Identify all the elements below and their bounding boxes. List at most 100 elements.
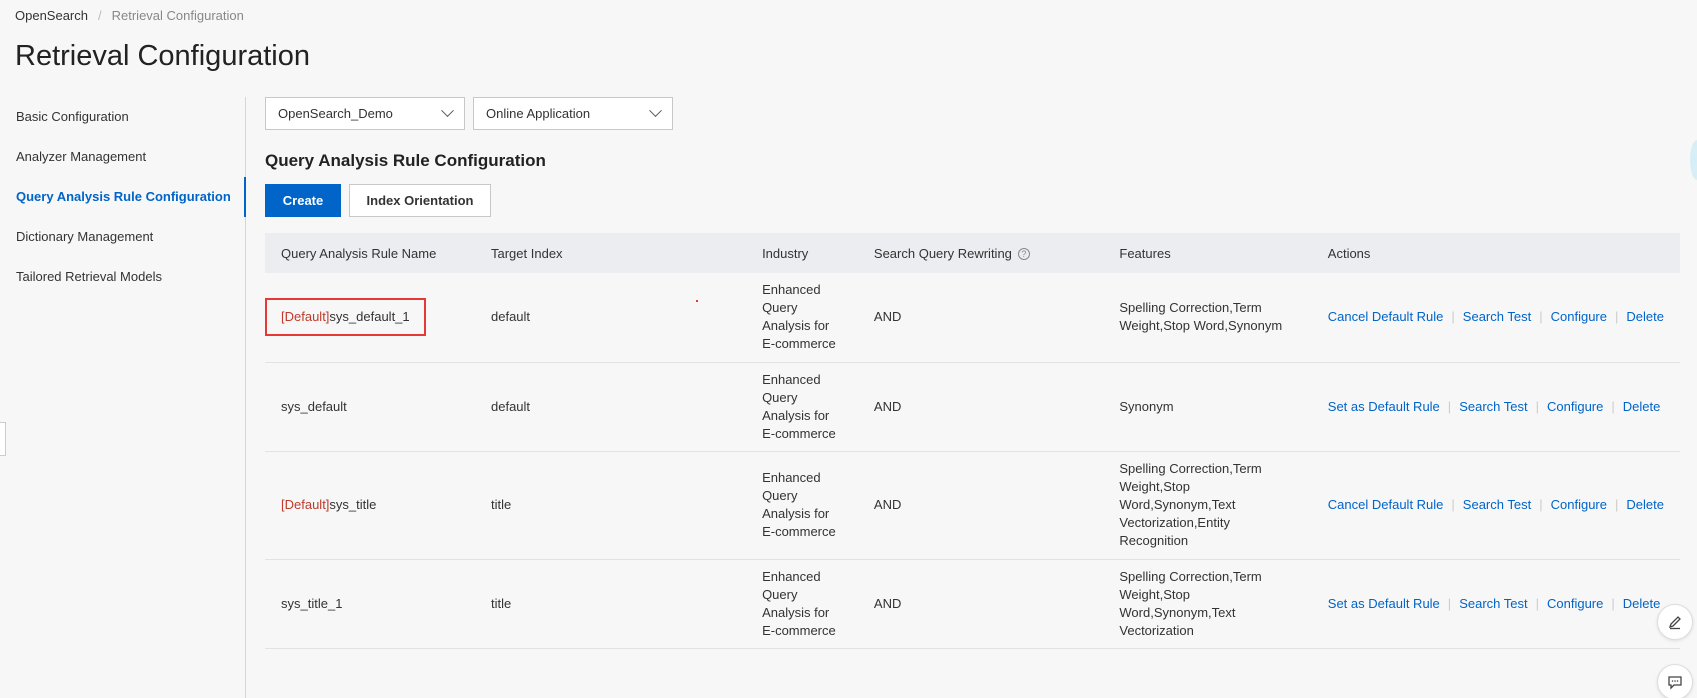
actions-cell: Set as Default Rule | Search Test | Configur… [1311,559,1680,649]
column-header-name: Query Analysis Rule Name [265,233,475,273]
search-test-link[interactable]: Search Test [1459,399,1527,414]
app-select[interactable]: OpenSearch_Demo [265,97,465,130]
set-as-default-rule-link[interactable]: Set as Default Rule [1328,399,1440,414]
action-separator: | [1539,309,1543,325]
search-test-link[interactable]: Search Test [1463,497,1531,512]
actions-cell: Cancel Default Rule | Search Test | Configur… [1311,273,1680,363]
action-separator: | [1451,497,1455,512]
collapse-handle[interactable] [0,422,6,456]
column-header-industry: Industry [746,233,858,273]
column-header-features: Features [1103,233,1312,273]
cancel-default-rule-link[interactable]: Cancel Default Rule [1328,497,1444,512]
rule-name-cell: sys_default [265,362,475,452]
chevron-down-icon [441,104,454,118]
configure-link[interactable]: Configure [1547,596,1603,611]
delete-link[interactable]: Delete [1623,596,1661,611]
breadcrumb-current: Retrieval Configuration [111,8,244,23]
action-separator: | [1614,309,1619,325]
target-index-cell: default [475,273,747,363]
index-orientation-button[interactable]: Index Orientation [349,184,491,217]
highlight-box: [Default]sys_default_1 [265,298,426,337]
pencil-icon-svg [1668,616,1681,630]
action-separator: | [1535,595,1539,611]
industry-cell: Enhanced Query Analysis for E-commerce [746,559,858,649]
column-header-index: Target Index [475,233,747,273]
sidebar: Basic Configuration Analyzer Management … [0,97,246,698]
action-separator: | [1539,497,1543,512]
column-header-rewriting: Search Query Rewriting? [857,233,1104,273]
rewriting-cell: AND [857,273,1104,363]
page: OpenSearch / Retrieval Configuration Ret… [0,0,1697,698]
features-cell: Spelling Correction,Term Weight,Stop Wor… [1103,559,1312,649]
rewriting-cell: AND [857,559,1104,649]
set-as-default-rule-link[interactable]: Set as Default Rule [1328,596,1440,611]
pencil-icon[interactable] [1657,604,1693,640]
action-separator: | [1447,595,1452,611]
delete-link[interactable]: Delete [1626,497,1664,512]
search-test-link[interactable]: Search Test [1463,309,1531,324]
page-title: Retrieval Configuration [15,40,310,72]
help-icon[interactable]: ? [1017,248,1030,261]
rule-name-cell: sys_title_1 [265,559,475,649]
rewriting-cell: AND [857,362,1104,452]
chat-icon-svg [1668,676,1682,690]
default-tag: [Default] [281,497,330,512]
action-separator: | [1614,497,1619,512]
mode-select-value: Online Application [486,106,591,121]
chevron-down-icon [649,104,662,118]
sidebar-item-query-analysis-rule-configuration[interactable]: Query Analysis Rule Configuration [0,177,246,217]
column-header-actions: Actions [1311,233,1680,273]
configure-link[interactable]: Configure [1551,309,1607,324]
sidebar-item-basic-configuration[interactable]: Basic Configuration [0,97,245,137]
column-header-rewriting-label: Search Query Rewriting [873,245,1012,261]
rules-table: Query Analysis Rule Name Target Index In… [265,233,1680,649]
action-separator: | [1611,595,1615,611]
selector-bar: OpenSearch_Demo Online Application [265,97,673,130]
table-row: sys_title_1 title Enhanced Query Analysi… [265,559,1680,649]
action-separator: | [1535,398,1539,414]
configure-link[interactable]: Configure [1551,497,1607,512]
rule-name: sys_title_1 [281,595,343,611]
sidebar-item-tailored-retrieval-models[interactable]: Tailored Retrieval Models [0,257,245,297]
features-cell: Spelling Correction,Term Weight,Stop Wor… [1103,451,1312,560]
sidebar-item-dictionary-management[interactable]: Dictionary Management [0,217,245,257]
table-row: sys_default default Enhanced Query Analy… [265,362,1680,452]
red-dot-mark [696,300,698,302]
configure-link[interactable]: Configure [1547,399,1603,414]
delete-link[interactable]: Delete [1626,309,1664,324]
breadcrumb-separator: / [98,8,102,23]
features-cell: Synonym [1103,362,1312,452]
actions-cell: Cancel Default Rule | Search Test | Configur… [1311,451,1680,560]
action-separator: | [1611,398,1615,414]
breadcrumb-root[interactable]: OpenSearch [15,8,88,23]
target-index-cell: title [475,451,747,560]
table-row: [Default]sys_default_1 default Enhanced … [265,273,1680,363]
sidebar-item-analyzer-management[interactable]: Analyzer Management [0,137,245,177]
delete-link[interactable]: Delete [1623,399,1661,414]
rule-name: sys_default [281,398,347,414]
rule-name-cell: [Default]sys_title [265,451,475,560]
toolbar: Create Index Orientation [265,184,491,217]
action-separator: | [1447,398,1452,414]
industry-cell: Enhanced Query Analysis for E-commerce [746,362,858,452]
edge-decoration [1690,140,1697,180]
rewriting-cell: AND [857,451,1104,560]
rule-name: sys_title [329,497,377,512]
rule-name-cell: [Default]sys_default_1 [265,273,475,363]
default-tag: [Default] [281,309,330,325]
industry-cell: Enhanced Query Analysis for E-commerce [746,451,858,560]
mode-select[interactable]: Online Application [473,97,673,130]
target-index-cell: title [475,559,747,649]
rule-name: sys_default_1 [329,309,410,325]
features-cell: Spelling Correction,Term Weight,Stop Wor… [1103,273,1312,363]
search-test-link[interactable]: Search Test [1459,596,1527,611]
industry-cell: Enhanced Query Analysis for E-commerce [746,273,858,363]
action-separator: | [1451,309,1455,325]
table-header-row: Query Analysis Rule Name Target Index In… [265,233,1680,273]
cancel-default-rule-link[interactable]: Cancel Default Rule [1328,309,1444,324]
create-button[interactable]: Create [265,184,341,217]
breadcrumb: OpenSearch / Retrieval Configuration [15,8,244,23]
target-index-cell: default [475,362,747,452]
table-row: [Default]sys_title title Enhanced Query … [265,451,1680,560]
chat-icon[interactable] [1657,664,1693,698]
